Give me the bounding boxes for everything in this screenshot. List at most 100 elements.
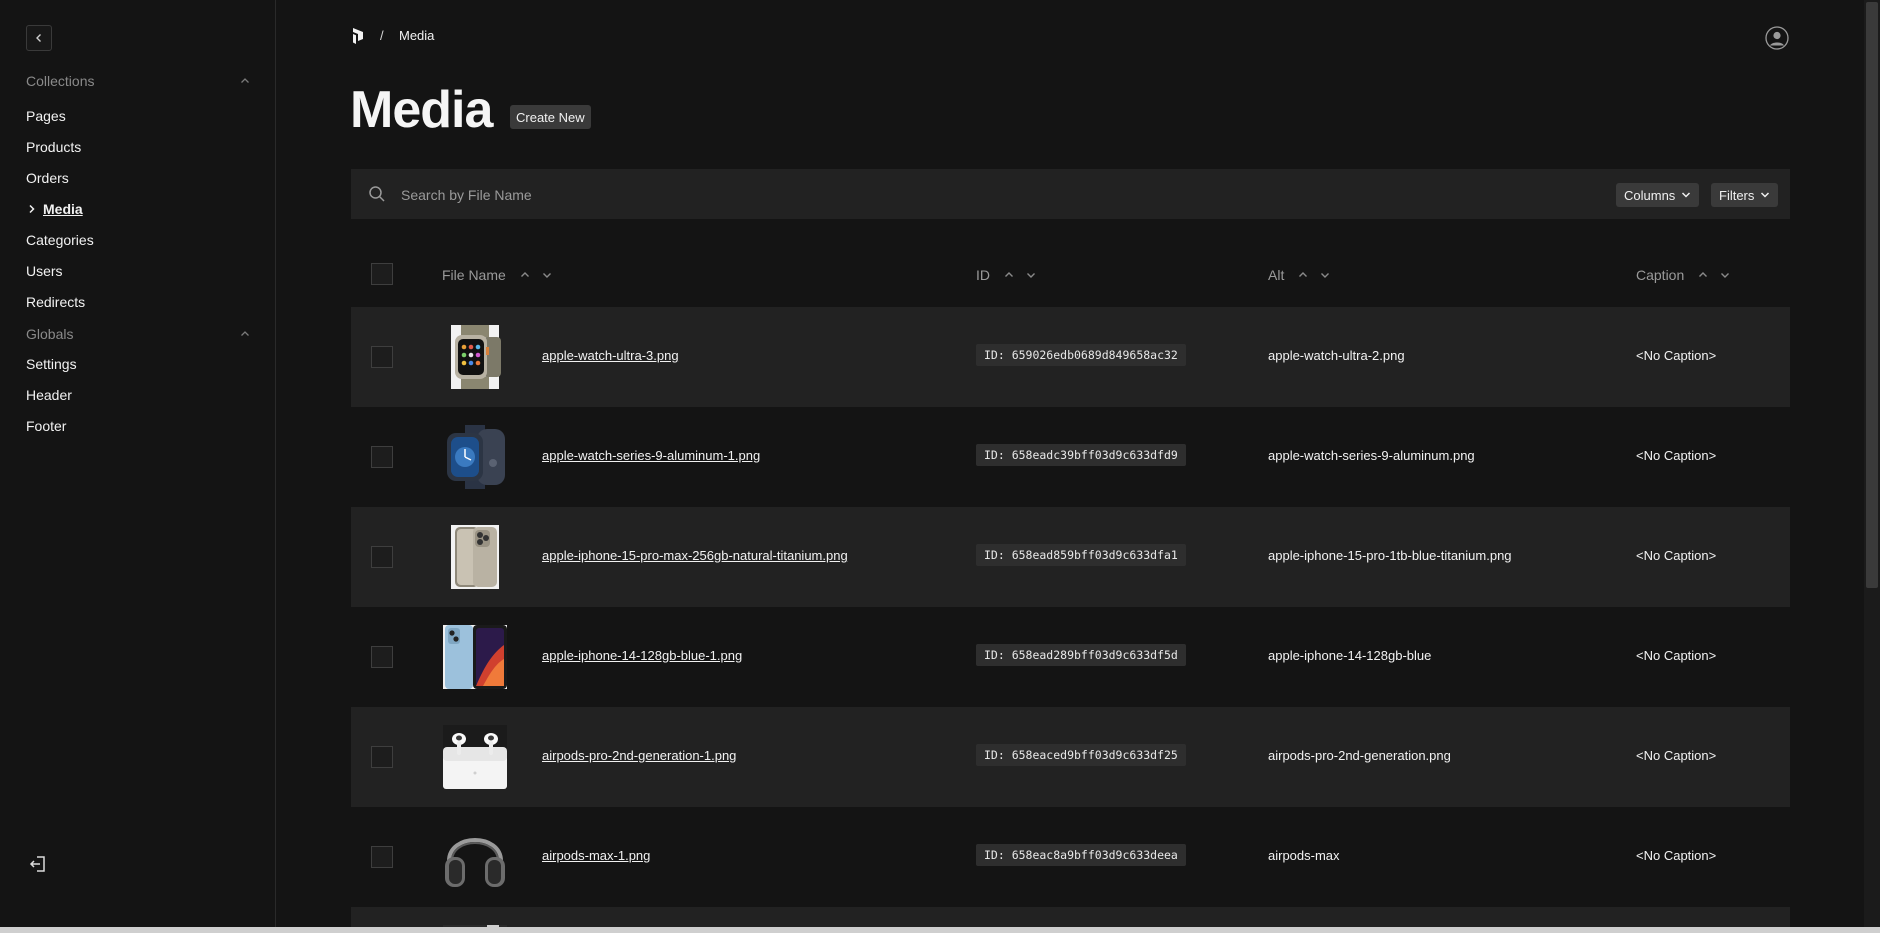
user-avatar-icon[interactable] [1765, 26, 1789, 50]
filters-button[interactable]: Filters [1711, 183, 1779, 207]
caption-text: <No Caption> [1636, 648, 1717, 663]
file-name-link[interactable]: apple-iphone-15-pro-max-256gb-natural-ti… [542, 548, 848, 563]
thumbnail-image[interactable] [443, 425, 507, 489]
sort-ascending-icon[interactable] [520, 270, 530, 280]
search-input[interactable] [399, 181, 1303, 209]
breadcrumb-current: Media [399, 28, 435, 43]
sidebar-item-orders[interactable]: Orders [26, 162, 251, 193]
sort-ascending-icon[interactable] [1004, 270, 1014, 280]
row-checkbox[interactable] [371, 646, 393, 668]
sidebar-item-header[interactable]: Header [26, 379, 251, 410]
column-label: File Name [442, 267, 506, 283]
id-code: ID: 658eaced9bff03d9c633df25 [976, 744, 1186, 766]
file-name-link[interactable]: airpods-pro-2nd-generation-1.png [542, 748, 736, 763]
file-name-link[interactable]: airpods-max-1.png [542, 848, 650, 863]
caption-text: <No Caption> [1636, 348, 1717, 363]
sort-descending-icon[interactable] [542, 270, 552, 280]
sidebar-item-products[interactable]: Products [26, 131, 251, 162]
sort-descending-icon[interactable] [1720, 270, 1730, 280]
sidebar-item-label: Users [26, 262, 63, 279]
row-checkbox[interactable] [371, 746, 393, 768]
scrollbar-thumb[interactable] [1866, 2, 1878, 588]
sidebar-item-media[interactable]: Media [26, 193, 251, 224]
column-header-id: ID [976, 267, 1036, 283]
table-row[interactable]: apple-iphone-15-pro-max-256gb-natural-ti… [351, 507, 1790, 607]
page-title: Media [350, 81, 493, 139]
alt-text: apple-iphone-15-pro-1tb-blue-titanium.pn… [1268, 548, 1512, 563]
alt-text: apple-iphone-14-128gb-blue [1268, 648, 1432, 663]
chevron-up-icon [241, 78, 249, 83]
nav-group-globals: Globals Settings Header Footer [26, 323, 251, 441]
thumbnail-image[interactable] [443, 725, 507, 789]
columns-button[interactable]: Columns [1616, 183, 1700, 207]
caption-text: <No Caption> [1636, 448, 1717, 463]
sort-descending-icon[interactable] [1320, 270, 1330, 280]
horizontal-scrollbar[interactable] [0, 927, 1880, 933]
sidebar-item-users[interactable]: Users [26, 255, 251, 286]
id-code: ID: 659026edb0689d849658ac32 [976, 344, 1186, 366]
payload-logo-icon[interactable] [352, 27, 366, 45]
logout-icon[interactable] [28, 854, 48, 874]
sort-descending-icon[interactable] [1026, 270, 1036, 280]
nav-group-collections: Collections Pages Products Orders Media … [26, 70, 251, 317]
column-header-caption: Caption [1636, 267, 1730, 283]
sort-ascending-icon[interactable] [1698, 270, 1708, 280]
table-row[interactable] [351, 907, 1790, 927]
sidebar-item-label: Orders [26, 169, 69, 186]
list-controls: Columns Filters [351, 169, 1790, 219]
sidebar-item-label: Redirects [26, 293, 86, 310]
watch-ultra-thumbnail [451, 325, 501, 389]
alt-text: apple-watch-series-9-aluminum.png [1268, 448, 1475, 463]
thumbnail-image[interactable] [443, 325, 507, 389]
sidebar: Collections Pages Products Orders Media … [0, 0, 276, 933]
row-checkbox[interactable] [371, 346, 393, 368]
table-row[interactable]: apple-watch-series-9-aluminum-1.png ID: … [351, 407, 1790, 507]
sidebar-item-redirects[interactable]: Redirects [26, 286, 251, 317]
column-label: Caption [1636, 267, 1685, 283]
row-checkbox[interactable] [371, 846, 393, 868]
sidebar-item-footer[interactable]: Footer [26, 410, 251, 441]
caption-text: <No Caption> [1636, 748, 1717, 763]
file-name-link[interactable]: apple-iphone-14-128gb-blue-1.png [542, 648, 742, 663]
thumbnail-image[interactable] [443, 825, 507, 889]
create-new-button[interactable]: Create New [510, 105, 591, 129]
columns-label: Columns [1624, 187, 1676, 203]
table-row[interactable]: apple-watch-ultra-3.png ID: 659026edb068… [351, 307, 1790, 407]
column-label: ID [976, 267, 990, 283]
alt-text: airpods-pro-2nd-generation.png [1268, 748, 1451, 763]
id-code: ID: 658eadc39bff03d9c633dfd9 [976, 444, 1186, 466]
thumbnail-image[interactable] [443, 625, 507, 689]
table-row[interactable]: airpods-pro-2nd-generation-1.png ID: 658… [351, 707, 1790, 807]
sort-ascending-icon[interactable] [1298, 270, 1308, 280]
sidebar-item-settings[interactable]: Settings [26, 348, 251, 379]
chevron-up-icon [241, 331, 249, 336]
caption-text: <No Caption> [1636, 548, 1717, 563]
file-name-link[interactable]: apple-watch-ultra-3.png [542, 348, 679, 363]
group-toggle-globals[interactable]: Globals [26, 323, 251, 345]
sidebar-item-label: Media [43, 200, 83, 217]
sidebar-item-categories[interactable]: Categories [26, 224, 251, 255]
table-row[interactable]: apple-iphone-14-128gb-blue-1.png ID: 658… [351, 607, 1790, 707]
group-toggle-collections[interactable]: Collections [26, 70, 251, 92]
chevron-right-icon [29, 204, 35, 213]
column-label: Alt [1268, 267, 1285, 283]
row-checkbox[interactable] [371, 546, 393, 568]
sidebar-item-pages[interactable]: Pages [26, 100, 251, 131]
sidebar-item-label: Categories [26, 231, 94, 248]
group-title: Globals [26, 326, 74, 342]
iphone-15-thumbnail [451, 525, 499, 589]
airpods-max-thumbnail [443, 825, 507, 889]
filters-label: Filters [1719, 187, 1755, 203]
chevron-down-icon [1761, 192, 1770, 198]
file-name-link[interactable]: apple-watch-series-9-aluminum-1.png [542, 448, 760, 463]
select-all-checkbox[interactable] [371, 263, 393, 285]
column-header-alt: Alt [1268, 267, 1330, 283]
row-checkbox[interactable] [371, 446, 393, 468]
table-row[interactable]: airpods-max-1.png ID: 658eac8a9bff03d9c6… [351, 807, 1790, 907]
collapse-sidebar-button[interactable] [26, 25, 52, 51]
sidebar-item-label: Products [26, 138, 82, 155]
sidebar-item-label: Footer [26, 417, 67, 434]
id-code: ID: 658ead289bff03d9c633df5d [976, 644, 1186, 666]
thumbnail-image[interactable] [443, 525, 507, 589]
search-icon [369, 186, 385, 202]
